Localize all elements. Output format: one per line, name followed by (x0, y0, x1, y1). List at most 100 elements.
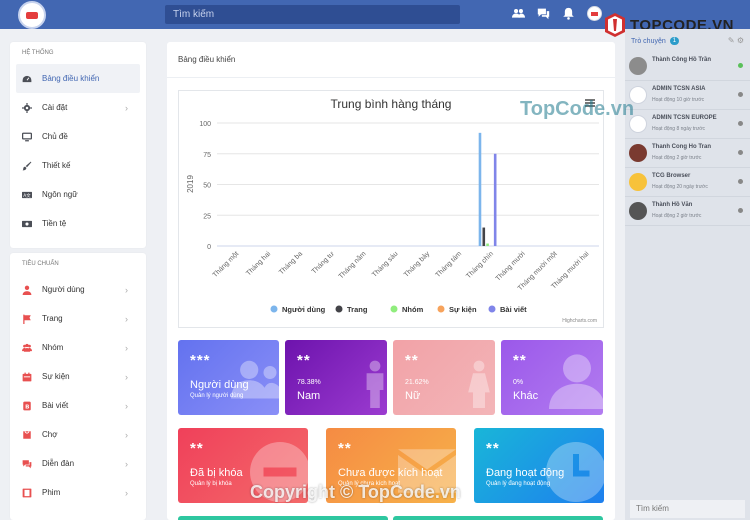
edit-icon[interactable]: ✎ (728, 36, 735, 45)
chat-sidebar: Trò chuyện 1 ✎ ⚙ Thành Công Hồ Trần ADMIN… (625, 29, 750, 520)
chevron-right-icon: › (125, 430, 128, 440)
stat-card-users[interactable]: *** Người dùng Quản lý người dùng (178, 340, 279, 415)
stat-card-male[interactable]: ** 78.38% Nam (285, 340, 387, 415)
sidebar-system-card: Hệ thống Bảng điều khiển Cài đặt › Chủ đ… (10, 42, 146, 248)
stat-value: ** (338, 440, 352, 457)
top-bar: Tìm kiếm (0, 0, 750, 29)
stat-card-other[interactable]: ** 0% Khác (501, 340, 603, 415)
legend-marker (437, 305, 445, 313)
avatar (629, 57, 647, 75)
sidebar-item-design[interactable]: Thiết kế (10, 151, 146, 180)
stat-title: Nữ (405, 390, 421, 402)
x-tick-label: Tháng chín (465, 250, 495, 280)
chat-user-status: Hoạt động 8 ngày trước (652, 126, 706, 132)
bell-icon[interactable] (562, 7, 575, 20)
stat-card-row3-left[interactable] (178, 516, 388, 520)
messages-icon[interactable] (537, 7, 550, 20)
chart-bar (486, 243, 489, 246)
chat-tools: ✎ ⚙ (728, 36, 744, 45)
sidebar-standard-card: Tiêu chuẩn Người dùng › Trang › Nhóm › S… (10, 253, 146, 520)
chat-user-name: Thành Hồ Văn (652, 202, 693, 208)
stat-value: *** (190, 352, 211, 369)
chat-user-name: ADMIN TCSN ASIA (652, 86, 706, 92)
chat-count-badge: 1 (669, 37, 680, 45)
stat-card-locked[interactable]: ** Đã bị khóa Quản lý bị khóa (178, 428, 308, 503)
chart-canvas: 0 25 50 75 100 2019 Tháng một Tháng hai Tháng ba… (186, 121, 599, 314)
chevron-right-icon: › (125, 372, 128, 382)
chat-user-item[interactable]: Thành Công Hồ Trần (625, 53, 750, 81)
chat-user-item[interactable]: ADMIN TCSN EUROPE Hoạt động 8 ngày trước (625, 111, 750, 139)
chevron-right-icon: › (125, 488, 128, 498)
x-tick-label: Tháng tám (435, 250, 464, 279)
x-tick-label: Tháng sáu (371, 250, 399, 278)
legend-marker (488, 305, 496, 313)
chart-bar (478, 132, 482, 246)
presence-dot (738, 179, 743, 184)
chat-user-item[interactable]: TCG Browser Hoạt động 20 ngày trước (625, 169, 750, 197)
gear-icon (22, 102, 32, 113)
chart-bar (482, 227, 486, 246)
x-tick-label: Tháng hai (245, 250, 272, 277)
avatar (629, 173, 647, 191)
sidebar-item-currency[interactable]: Tiền tệ (10, 209, 146, 238)
group-icon (22, 343, 32, 352)
legend-label: Bài viết (500, 305, 527, 314)
stat-card-female[interactable]: ** 21.62% Nữ (393, 340, 495, 415)
chat-user-status: Hoạt động 2 giờ trước (652, 155, 702, 161)
sidebar-item-forum[interactable]: Diễn đàn › (10, 449, 146, 478)
sidebar-item-dashboard[interactable]: Bảng điều khiển (16, 64, 140, 93)
female-icon (468, 360, 490, 408)
sidebar-section-title: Tiêu chuẩn (22, 261, 59, 267)
sidebar-item-articles[interactable]: B Bài viết › (10, 391, 146, 420)
gear-icon[interactable]: ⚙ (737, 36, 744, 45)
presence-dot (738, 150, 743, 155)
sidebar-item-users[interactable]: Người dùng › (10, 275, 146, 304)
sidebar-item-market[interactable]: Chợ › (10, 420, 146, 449)
chat-user-name: TCG Browser (652, 173, 691, 179)
y-tick-label: 100 (199, 121, 211, 128)
sidebar-item-theme[interactable]: Chủ đề (10, 122, 146, 151)
sidebar-item-movies[interactable]: Phim › (10, 478, 146, 507)
chevron-right-icon: › (125, 103, 128, 113)
stat-value: ** (190, 440, 204, 457)
user-avatar[interactable] (587, 6, 602, 21)
legend-label: Người dùng (282, 305, 326, 314)
sidebar-item-groups[interactable]: Nhóm › (10, 333, 146, 362)
presence-dot (738, 63, 743, 68)
chat-user-item[interactable]: Thành Hồ Văn Hoạt động 2 giờ trước (625, 198, 750, 226)
sidebar-item-settings[interactable]: Cài đặt › (10, 93, 146, 122)
avatar (629, 86, 647, 104)
sidebar-item-events[interactable]: Sự kiện › (10, 362, 146, 391)
stat-card-row3-right[interactable] (393, 516, 603, 520)
sidebar-item-language[interactable]: A文 Ngôn ngữ (10, 180, 146, 209)
y-tick-label: 50 (203, 183, 211, 190)
stat-card-inactive[interactable]: ** Chưa được kích hoạt Quản lý chưa kích… (326, 428, 456, 503)
legend-marker (270, 305, 278, 313)
chat-user-status: Hoạt động 10 giờ trước (652, 97, 705, 103)
chat-user-item[interactable]: Thanh Cong Ho Tran Hoạt động 2 giờ trước (625, 140, 750, 168)
x-tick-label: Tháng mười (495, 250, 527, 282)
chat-search-input[interactable]: Tìm kiếm (630, 500, 745, 518)
avatar (629, 202, 647, 220)
presence-dot (738, 92, 743, 97)
svg-text:B: B (25, 404, 29, 410)
chevron-right-icon: › (125, 343, 128, 353)
site-logo[interactable] (18, 1, 46, 29)
users-icon (231, 360, 279, 399)
stat-subtitle: Quản lý chưa kích hoạt (338, 481, 401, 487)
legend-label: Trang (347, 305, 368, 314)
breadcrumb: Bảng điều khiển (178, 55, 236, 64)
search-input[interactable]: Tìm kiếm (165, 5, 460, 24)
chevron-right-icon: › (125, 401, 128, 411)
legend-label: Nhóm (402, 305, 424, 314)
stat-card-active[interactable]: ** Đang hoạt động Quản lý đang hoạt động (474, 428, 604, 503)
chat-user-item[interactable]: ADMIN TCSN ASIA Hoạt động 10 giờ trước (625, 82, 750, 110)
divider (167, 77, 615, 78)
presence-dot (738, 121, 743, 126)
envelope-icon (398, 449, 456, 493)
users-icon[interactable] (512, 7, 525, 20)
sidebar-item-pages[interactable]: Trang › (10, 304, 146, 333)
legend-label: Sự kiện (449, 305, 477, 314)
legend-marker (390, 305, 398, 313)
dashboard-icon (22, 75, 32, 82)
